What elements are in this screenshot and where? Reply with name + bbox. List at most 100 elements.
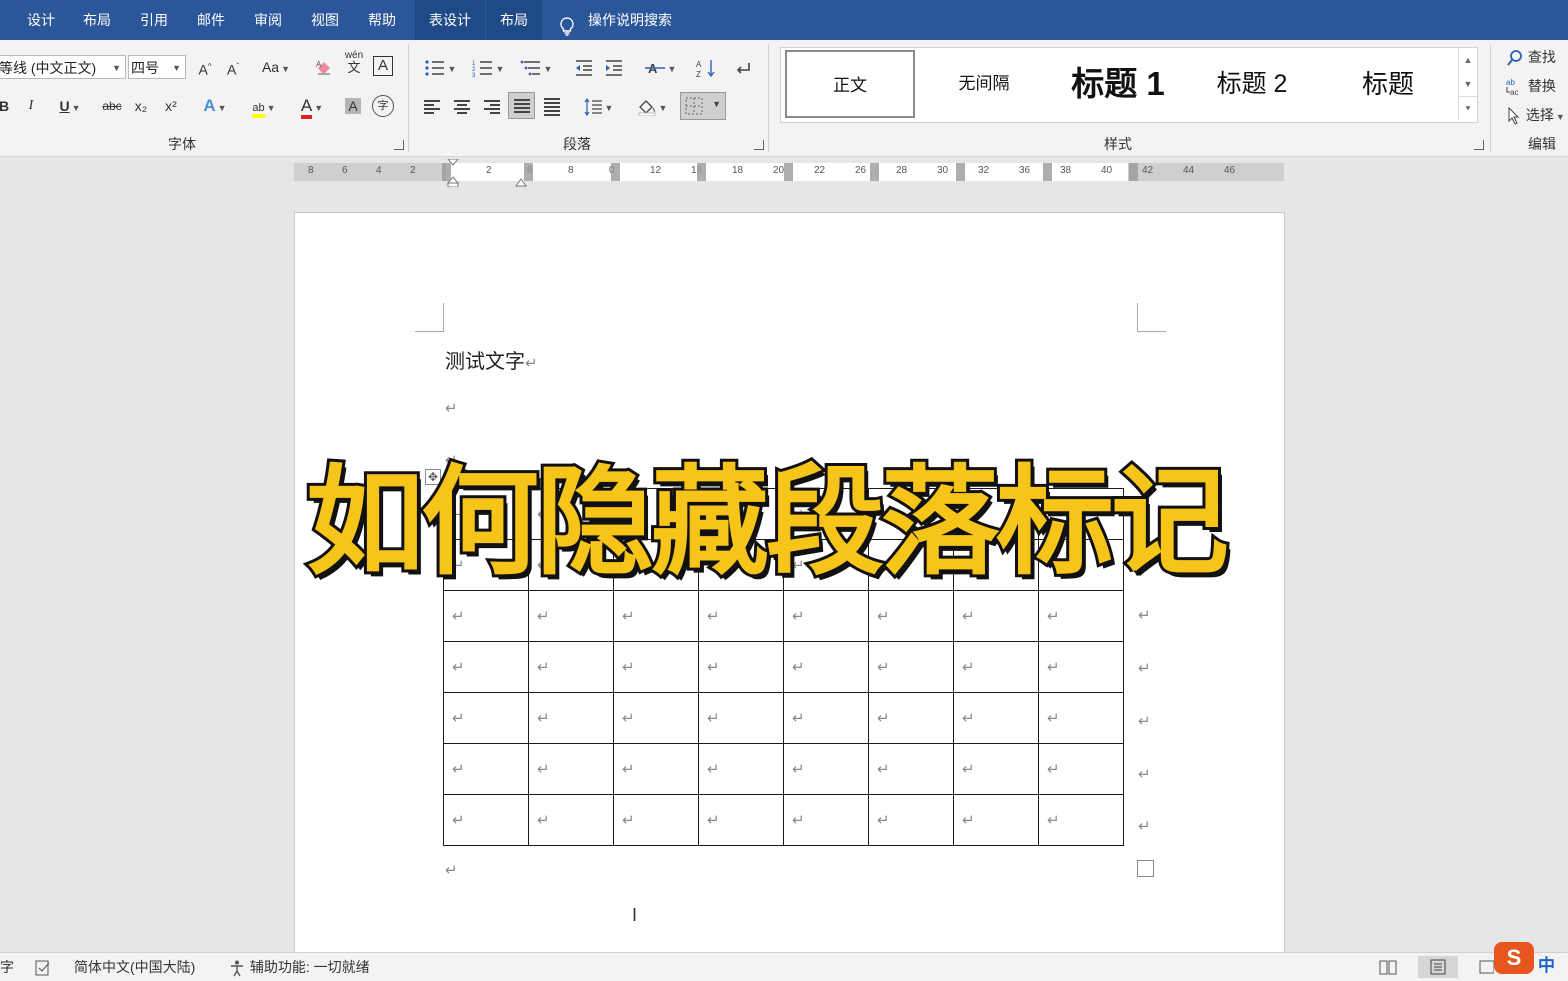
justify-button[interactable] [508, 92, 535, 119]
table-cell[interactable]: ↵ [613, 590, 699, 642]
table-cell[interactable]: ↵ [783, 641, 869, 693]
table-cell[interactable]: ↵ [868, 692, 954, 744]
table-cell[interactable]: ↵ [868, 590, 954, 642]
character-border-button[interactable]: A [373, 56, 393, 76]
grow-font-button[interactable]: A^ [194, 54, 216, 80]
tab-mailings[interactable]: 邮件 [184, 0, 238, 40]
table-cell[interactable]: ↵ [1038, 641, 1124, 693]
column-marker[interactable] [1043, 163, 1052, 181]
table-cell[interactable]: ↵ [868, 743, 954, 795]
select-button[interactable]: 选择 ▼ [1506, 102, 1565, 128]
table-cell[interactable]: ↵ [953, 590, 1039, 642]
tab-view[interactable]: 视图 [298, 0, 352, 40]
table-cell[interactable]: ↵ [783, 743, 869, 795]
table-cell[interactable]: ↵ [528, 794, 614, 846]
show-hide-paragraph-marks-button[interactable] [730, 54, 756, 80]
word-count-status[interactable]: 字 [0, 953, 14, 981]
column-marker[interactable] [611, 163, 620, 181]
gallery-scroll-down-icon[interactable]: ▼ [1459, 72, 1477, 96]
table-cell[interactable]: ↵ [698, 794, 784, 846]
table-cell[interactable]: ↵ [443, 590, 529, 642]
style-heading-2[interactable]: 标题 2 [1187, 48, 1317, 120]
sort-button[interactable]: AZ [694, 54, 720, 80]
sogou-ime-logo[interactable]: S [1494, 942, 1534, 974]
table-cell[interactable]: ↵ [783, 794, 869, 846]
column-marker[interactable] [697, 163, 706, 181]
styles-dialog-launcher[interactable] [1474, 140, 1484, 150]
subscript-button[interactable]: x₂ [130, 93, 152, 119]
style-no-spacing[interactable]: 无间隔 [919, 48, 1049, 120]
table-cell[interactable]: ↵ [613, 794, 699, 846]
font-size-combo[interactable]: 四号 ▼ [128, 55, 186, 79]
table-cell[interactable]: ↵ [783, 692, 869, 744]
table-cell[interactable]: ↵ [528, 743, 614, 795]
table-cell[interactable]: ↵ [613, 743, 699, 795]
table-cell[interactable]: ↵ [698, 743, 784, 795]
proofing-icon[interactable] [34, 953, 52, 981]
table-cell[interactable]: ↵ [1038, 692, 1124, 744]
column-marker[interactable] [1129, 163, 1138, 181]
asian-layout-button[interactable]: A▼ [640, 54, 680, 80]
table-cell[interactable]: ↵ [953, 794, 1039, 846]
line-spacing-button[interactable]: ▼ [578, 93, 618, 119]
column-marker[interactable] [870, 163, 879, 181]
print-layout-button[interactable] [1418, 956, 1458, 978]
ime-mode-indicator[interactable]: 中 [1538, 952, 1555, 980]
font-color-button[interactable]: A ▼ [292, 93, 332, 119]
document-page[interactable]: 测试文字↵ ↵ ↵ ✥ ↵ ↵ ↵ ↵ ↵ ↵ ↵ ↵ ↵ ↵ ↵ ↵ ↵ ↵ ↵ ↵ ↵ ↵ ↵ ↵ ↵ ↵ ↵ ↵ ↵ ↵ ↵ ↵… [294, 212, 1285, 972]
table-resize-handle[interactable] [1137, 860, 1154, 877]
column-marker[interactable] [956, 163, 965, 181]
horizontal-ruler[interactable]: 86422680121618202226283032363840424446 [294, 159, 1284, 187]
table-cell[interactable]: ↵ [783, 590, 869, 642]
table-cell[interactable]: ↵ [443, 794, 529, 846]
column-marker[interactable] [442, 163, 451, 181]
table-cell[interactable]: ↵ [1038, 743, 1124, 795]
table-cell[interactable]: ↵ [953, 692, 1039, 744]
gallery-scroll-up-icon[interactable]: ▲ [1459, 48, 1477, 72]
character-shading-button[interactable]: A [342, 93, 364, 119]
bullets-button[interactable]: ▼ [420, 54, 460, 80]
clear-formatting-button[interactable]: A [312, 54, 336, 80]
tell-me-search[interactable]: 操作说明搜索 [556, 0, 672, 40]
style-heading-1[interactable]: 标题 1 [1053, 48, 1183, 120]
table-cell[interactable]: ↵ [868, 641, 954, 693]
tab-review[interactable]: 审阅 [241, 0, 295, 40]
column-marker[interactable] [524, 163, 533, 181]
gallery-more-icon[interactable]: ⯆ [1459, 96, 1477, 121]
table-cell[interactable]: ↵ [1038, 590, 1124, 642]
column-marker[interactable] [784, 163, 793, 181]
change-case-button[interactable]: Aa ▼ [256, 54, 296, 80]
highlight-color-button[interactable]: ab ▼ [244, 93, 284, 119]
tab-table-design[interactable]: 表设计 [415, 0, 485, 40]
read-mode-button[interactable] [1368, 956, 1408, 978]
table-cell[interactable]: ↵ [528, 590, 614, 642]
increase-indent-button[interactable] [602, 54, 626, 80]
document-first-line[interactable]: 测试文字↵ [445, 345, 538, 374]
replace-button[interactable]: ab ac 替换 [1506, 73, 1556, 99]
table-cell[interactable]: ↵ [1038, 794, 1124, 846]
numbering-button[interactable]: 1 2 3 ▼ [468, 54, 508, 80]
table-cell[interactable]: ↵ [698, 641, 784, 693]
shrink-font-button[interactable]: Aˇ [222, 54, 244, 80]
font-name-combo[interactable]: 等线 (中文正文) ▼ [0, 55, 126, 79]
borders-button[interactable]: ▼ [680, 92, 726, 120]
shading-button[interactable]: ▼ [632, 93, 672, 119]
align-right-icon[interactable] [484, 100, 500, 114]
table-cell[interactable]: ↵ [443, 641, 529, 693]
tab-references[interactable]: 引用 [127, 0, 181, 40]
table-cell[interactable]: ↵ [953, 743, 1039, 795]
style-title[interactable]: 标题 [1321, 48, 1455, 120]
table-cell[interactable]: ↵ [953, 641, 1039, 693]
underline-button[interactable]: U ▼ [52, 93, 88, 119]
phonetic-guide-button[interactable]: wén 文 [342, 50, 366, 76]
table-cell[interactable]: ↵ [613, 641, 699, 693]
font-dialog-launcher[interactable] [394, 140, 404, 150]
paragraph-dialog-launcher[interactable] [754, 140, 764, 150]
align-center-icon[interactable] [454, 100, 470, 114]
accessibility-status[interactable]: 辅助功能: 一切就绪 [228, 953, 370, 981]
web-layout-button[interactable] [1468, 956, 1495, 978]
bold-button[interactable]: B [0, 93, 12, 119]
decrease-indent-button[interactable] [572, 54, 596, 80]
table-cell[interactable]: ↵ [443, 692, 529, 744]
tab-table-layout[interactable]: 布局 [486, 0, 542, 40]
